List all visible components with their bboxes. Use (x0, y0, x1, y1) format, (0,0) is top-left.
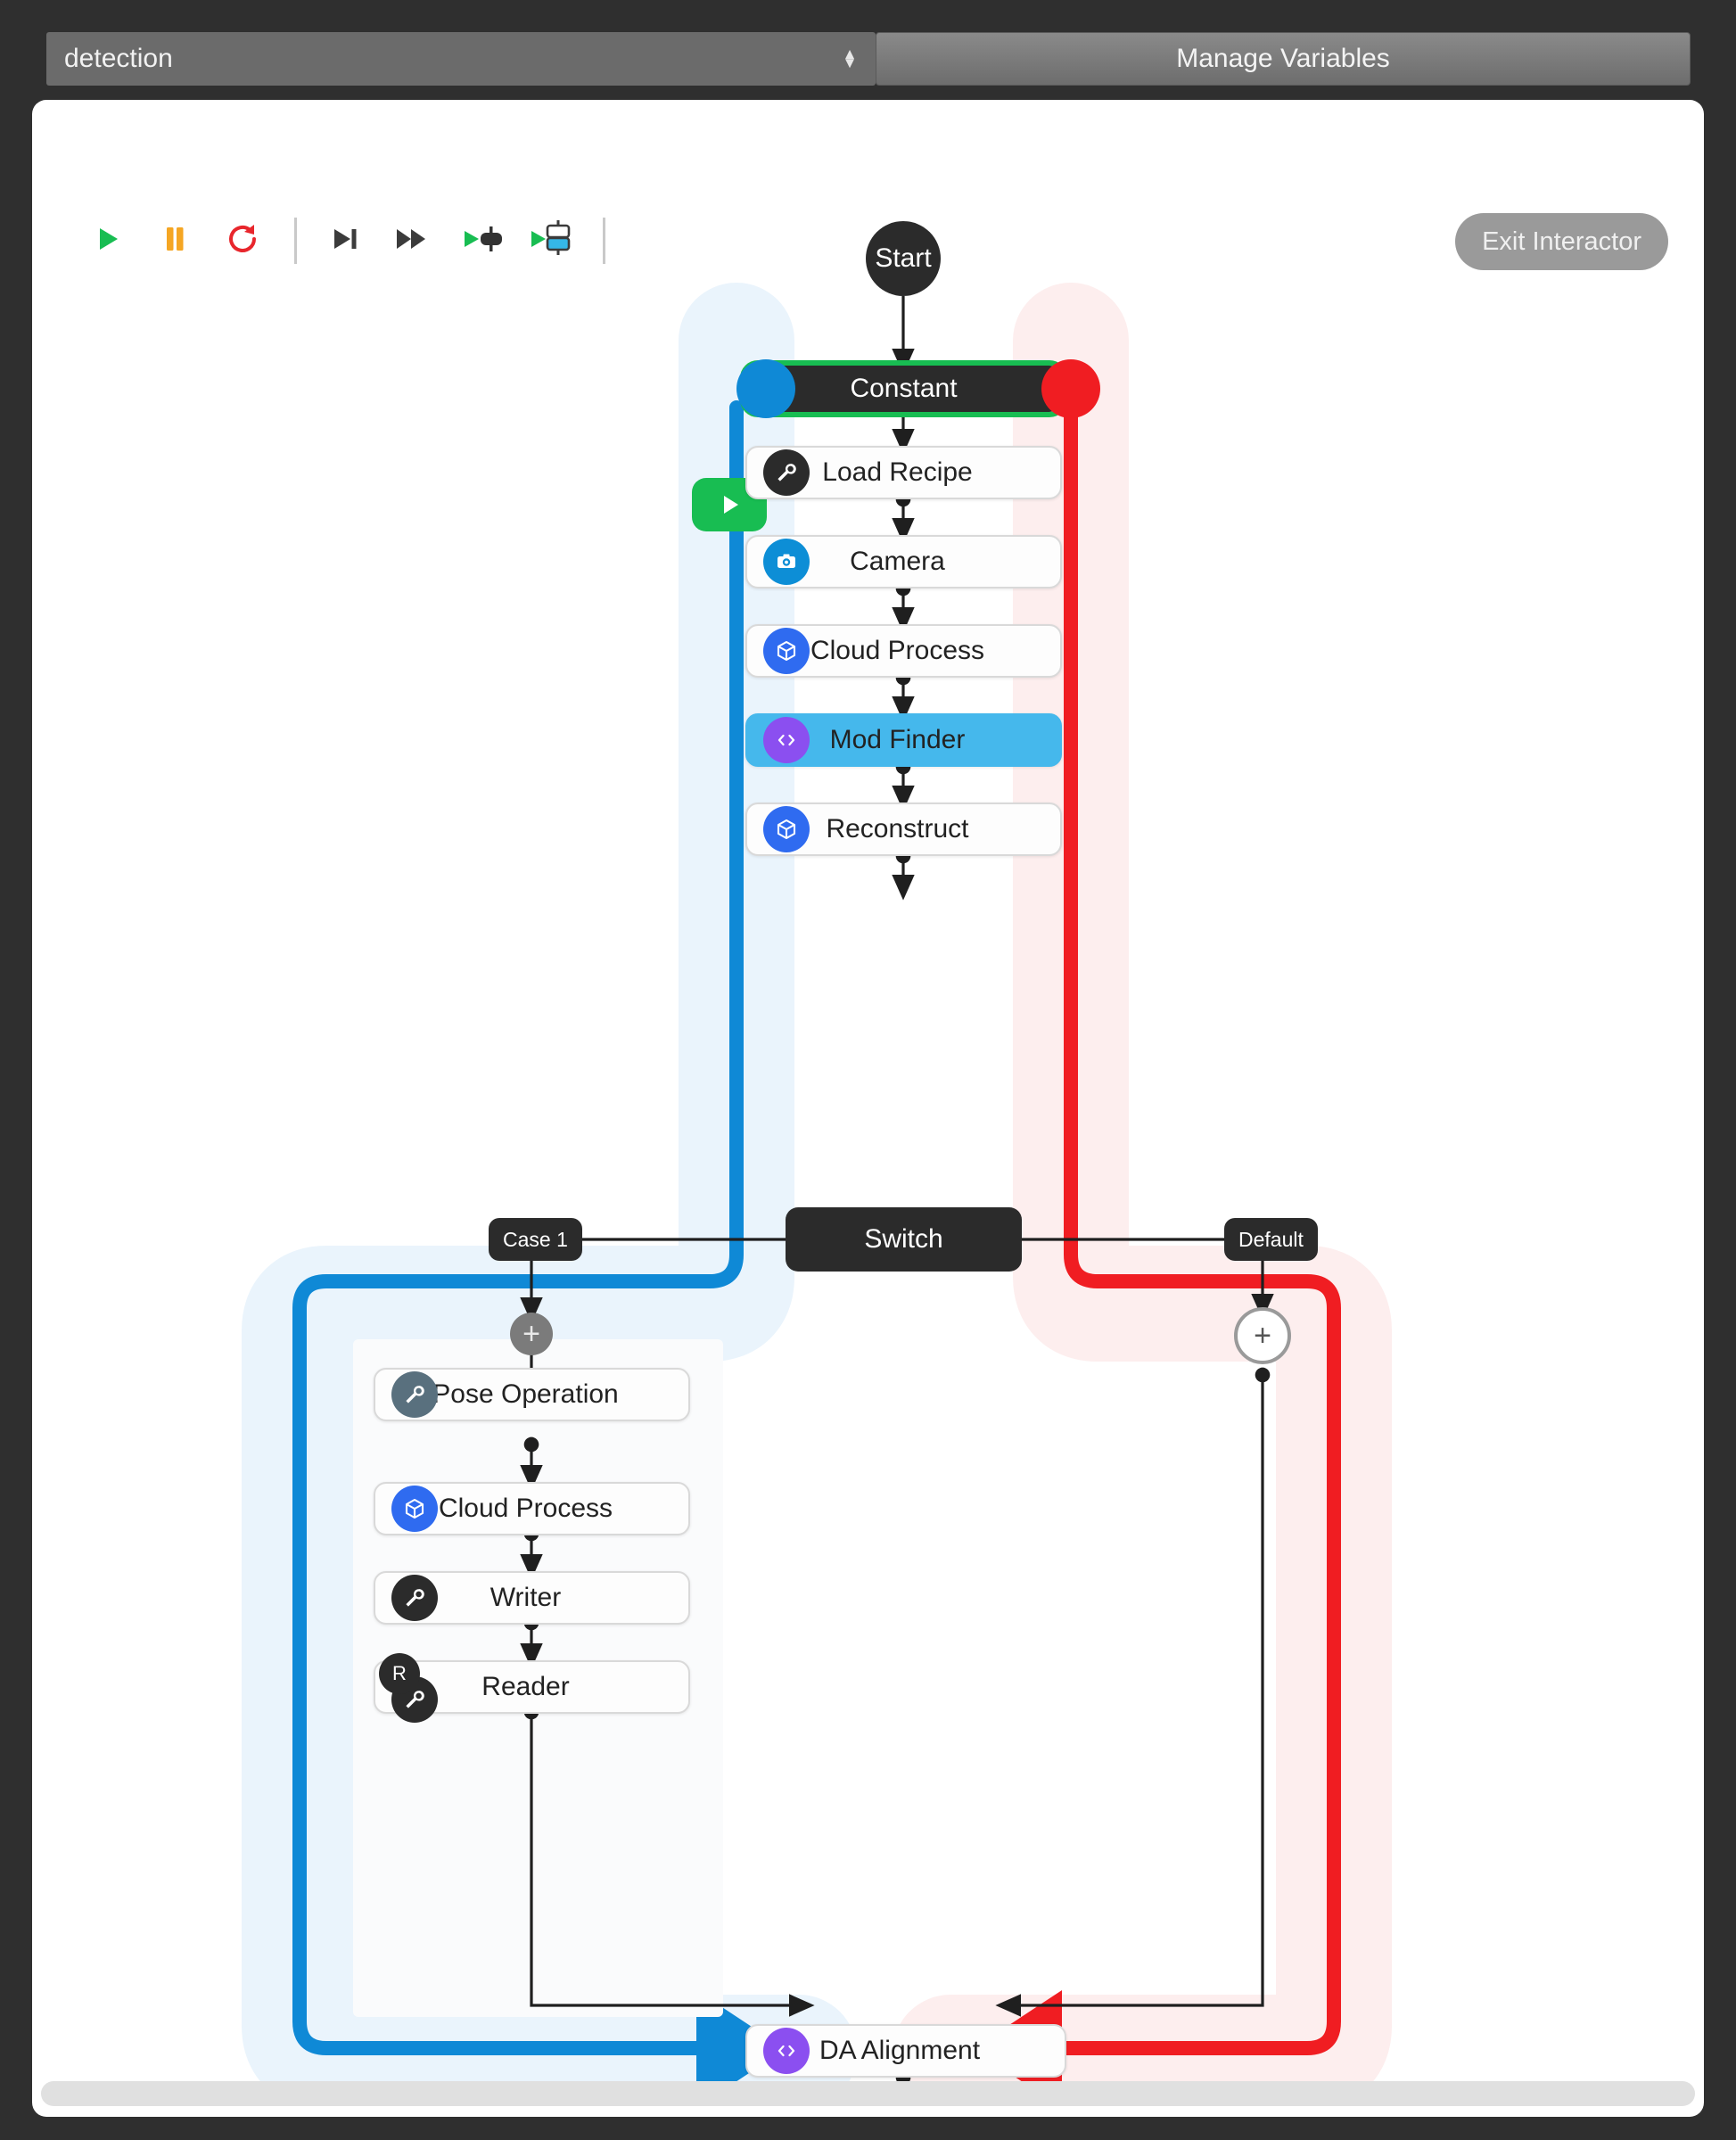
red-breakpoint-dot[interactable] (1041, 359, 1100, 418)
canvas-panel: Exit Interactor Start Constant Load Reci… (32, 100, 1704, 2117)
variable-select[interactable]: detection ▲ ▼ (46, 32, 876, 86)
case-label-case1[interactable]: Case 1 (489, 1218, 582, 1261)
cube-icon (763, 806, 810, 852)
node-pose-operation[interactable]: Pose Operation (374, 1368, 690, 1421)
variable-select-value: detection (64, 44, 173, 73)
chevron-updown-icon: ▲ ▼ (842, 45, 858, 71)
case-label-default[interactable]: Default (1224, 1218, 1318, 1261)
code-icon (763, 2028, 810, 2074)
cube-icon (763, 628, 810, 674)
horizontal-scrollbar[interactable] (41, 2081, 1695, 2106)
node-da-alignment[interactable]: DA Alignment (745, 2024, 1066, 2078)
camera-icon (763, 539, 810, 585)
node-switch[interactable]: Switch (786, 1207, 1022, 1272)
node-mod-finder[interactable]: Mod Finder (745, 713, 1062, 767)
interactor-window: detection ▲ ▼ Manage Variables Exit Inte… (0, 0, 1736, 2140)
node-load-recipe[interactable]: Load Recipe (745, 446, 1062, 499)
wrench-icon (763, 449, 810, 496)
node-case1-cloud-process[interactable]: Cloud Process (374, 1482, 690, 1535)
top-bar: detection ▲ ▼ Manage Variables (0, 0, 1736, 96)
start-node[interactable]: Start (866, 221, 941, 296)
blue-breakpoint-dot[interactable] (736, 359, 795, 418)
node-writer[interactable]: Writer (374, 1571, 690, 1625)
playback-toolbar (32, 100, 1704, 180)
manage-variables-button[interactable]: Manage Variables (876, 32, 1691, 86)
reader-badge-icon: R (379, 1653, 420, 1694)
node-camera[interactable]: Camera (745, 535, 1062, 588)
flow-canvas: Start Constant Load Recipe Camera Cloud … (32, 180, 1704, 2106)
add-node-default-button[interactable]: + (1234, 1307, 1291, 1364)
play-icon (724, 496, 738, 514)
cube-icon (391, 1486, 438, 1532)
add-node-case1-button[interactable]: + (510, 1313, 553, 1355)
node-cloud-process[interactable]: Cloud Process (745, 624, 1062, 678)
node-reader[interactable]: R Reader (374, 1653, 690, 1723)
wrench-icon (391, 1575, 438, 1621)
node-switch-label: Switch (864, 1224, 943, 1254)
node-reconstruct[interactable]: Reconstruct (745, 802, 1062, 856)
wrench-icon (391, 1371, 438, 1418)
code-icon (763, 717, 810, 763)
